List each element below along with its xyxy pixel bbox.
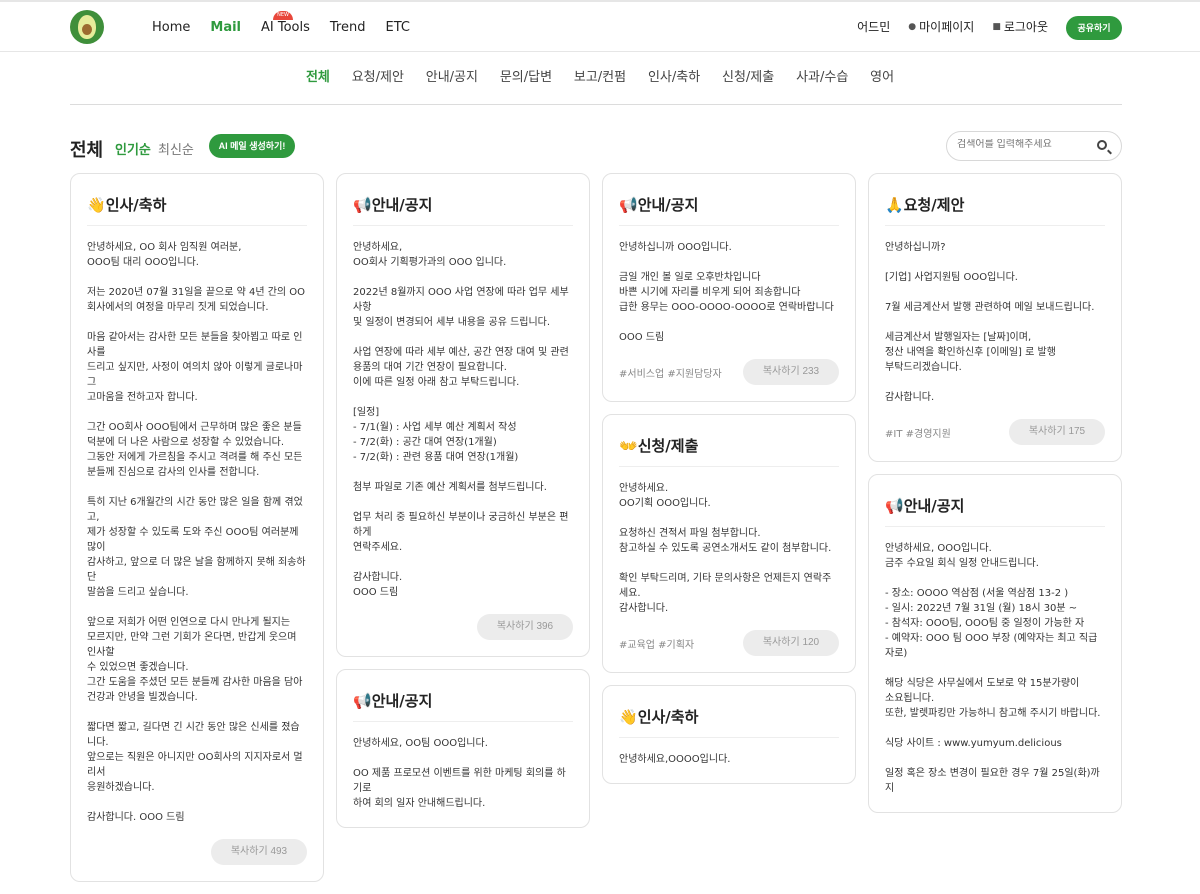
share-button[interactable]: 공유하기: [1066, 16, 1122, 40]
tab-all[interactable]: 전체: [306, 66, 330, 85]
card-body: 안녕하십니까 OOO입니다. 금일 개인 볼 일로 오후반차입니다 바쁜 시기에…: [619, 242, 834, 343]
logout-icon: ■: [992, 21, 1001, 32]
nav-ai-tools-label: AI Tools: [261, 20, 310, 35]
card-title: 📢안내/공지: [885, 475, 1105, 527]
tab-application[interactable]: 신청/제출: [722, 66, 774, 85]
card-body: 안녕하세요. OO기획 OOO입니다. 요청하신 견적서 파일 첨부합니다. 참…: [619, 483, 832, 614]
column-3: 📢안내/공지 안녕하십니까 OOO입니다. 금일 개인 볼 일로 오후반차입니다…: [602, 173, 856, 796]
card-tags: #IT #경영지원: [885, 428, 951, 440]
mail-card[interactable]: 📢안내/공지 안녕하세요, OOO입니다. 금주 수요일 회식 일정 안내드립니…: [868, 474, 1122, 813]
wave-icon: 👋: [619, 708, 638, 726]
mail-card[interactable]: 📢안내/공지 안녕하십니까 OOO입니다. 금일 개인 볼 일로 오후반차입니다…: [602, 173, 856, 402]
avocado-seed: [82, 24, 92, 35]
nav-mail[interactable]: Mail: [210, 20, 241, 35]
card-title-text: 안내/공지: [903, 497, 965, 515]
card-body: 안녕하세요, OO 회사 임직원 여러분, OOO팀 대리 OOO입니다. 저는…: [87, 242, 306, 823]
tab-inquiry[interactable]: 문의/답변: [500, 66, 552, 85]
new-badge: NEW: [273, 11, 294, 20]
category-tabs: 전체 요청/제안 안내/공지 문의/답변 보고/컨펌 인사/축하 신청/제출 사…: [0, 66, 1200, 85]
card-title: 📢안내/공지: [619, 174, 839, 226]
tab-apology[interactable]: 사과/수습: [796, 66, 848, 85]
card-body: 안녕하십니까? [기업] 사업지원팀 OOO입니다. 7월 세금계산서 발행 관…: [885, 242, 1095, 403]
admin-label: 어드민: [857, 20, 891, 34]
ai-generate-button[interactable]: AI 메일 생성하기!: [209, 134, 295, 158]
card-title-text: 안내/공지: [371, 692, 433, 710]
card-title-text: 인사/축하: [105, 196, 167, 214]
card-title-text: 신청/제출: [637, 437, 699, 455]
search-icon[interactable]: [1097, 140, 1107, 150]
tab-english[interactable]: 영어: [870, 66, 894, 85]
tab-report[interactable]: 보고/컨펌: [574, 66, 626, 85]
card-title-text: 안내/공지: [637, 196, 699, 214]
card-title-text: 인사/축하: [637, 708, 699, 726]
column-2: 📢안내/공지 안녕하세요, OO회사 기획평가과의 OOO 입니다. 2022년…: [336, 173, 590, 840]
card-title-text: 요청/제안: [903, 196, 965, 214]
card-body: 안녕하세요,OOOO입니다.: [619, 754, 731, 765]
card-title: 👋인사/축하: [87, 174, 307, 226]
card-footer: #IT #경영지원 복사하기 175: [885, 419, 1105, 445]
person-icon: ●: [908, 21, 917, 32]
megaphone-icon: 📢: [353, 692, 372, 710]
praying-hands-icon: 🙏: [885, 196, 904, 214]
mail-card[interactable]: 📢안내/공지 안녕하세요, OO팀 OOO입니다. OO 제품 프로모션 이벤트…: [336, 669, 590, 828]
tab-notice[interactable]: 안내/공지: [426, 66, 478, 85]
card-title-text: 안내/공지: [371, 196, 433, 214]
mail-card[interactable]: 📢안내/공지 안녕하세요, OO회사 기획평가과의 OOO 입니다. 2022년…: [336, 173, 590, 657]
card-title: 👐신청/제출: [619, 415, 839, 467]
tab-greeting[interactable]: 인사/축하: [648, 66, 700, 85]
wave-icon: 👋: [87, 196, 106, 214]
search-box: [946, 131, 1122, 161]
main-nav: Home Mail NEW AI Tools Trend ETC: [152, 11, 430, 35]
card-footer: #교육업 #기획자 복사하기 120: [619, 630, 839, 656]
card-title: 📢안내/공지: [353, 174, 573, 226]
megaphone-icon: 📢: [885, 497, 904, 515]
mypage-label: 마이페이지: [919, 20, 975, 34]
column-1: 👋인사/축하 안녕하세요, OO 회사 임직원 여러분, OOO팀 대리 OOO…: [70, 173, 324, 894]
card-footer: #서비스업 #지원담당자 복사하기 233: [619, 359, 839, 385]
sort-popular[interactable]: 인기순: [115, 139, 151, 158]
copy-button[interactable]: 복사하기 233: [743, 359, 839, 385]
copy-button[interactable]: 복사하기 175: [1009, 419, 1105, 445]
megaphone-icon: 📢: [353, 196, 372, 214]
card-title: 🙏요청/제안: [885, 174, 1105, 226]
column-4: 🙏요청/제안 안녕하십니까? [기업] 사업지원팀 OOO입니다. 7월 세금계…: [868, 173, 1122, 825]
copy-button[interactable]: 복사하기 493: [211, 839, 307, 865]
card-tags: #교육업 #기획자: [619, 639, 695, 651]
card-tags: #서비스업 #지원담당자: [619, 368, 722, 380]
logout-link[interactable]: ■ 로그아웃: [992, 18, 1048, 35]
nav-ai-tools[interactable]: NEW AI Tools: [261, 11, 310, 35]
card-footer: 복사하기 396: [353, 614, 573, 640]
card-title: 📢안내/공지: [353, 670, 573, 722]
card-footer: 복사하기 493: [87, 839, 307, 865]
sort-recent[interactable]: 최신순: [158, 139, 194, 158]
nav-trend[interactable]: Trend: [330, 20, 366, 35]
admin-link[interactable]: 어드민: [857, 18, 890, 35]
open-hands-icon: 👐: [619, 437, 638, 455]
tab-request[interactable]: 요청/제안: [352, 66, 404, 85]
mail-card[interactable]: 👋인사/축하 안녕하세요, OO 회사 임직원 여러분, OOO팀 대리 OOO…: [70, 173, 324, 882]
card-title: 👋인사/축하: [619, 686, 839, 738]
logout-label: 로그아웃: [1003, 20, 1048, 34]
card-body: 안녕하세요, OOO입니다. 금주 수요일 회식 일정 안내드립니다. - 장소…: [885, 543, 1101, 794]
avocado-logo[interactable]: [70, 10, 104, 44]
mail-card[interactable]: 👋인사/축하 안녕하세요,OOOO입니다.: [602, 685, 856, 784]
mail-card[interactable]: 👐신청/제출 안녕하세요. OO기획 OOO입니다. 요청하신 견적서 파일 첨…: [602, 414, 856, 673]
nav-home[interactable]: Home: [152, 20, 190, 35]
nav-etc[interactable]: ETC: [386, 20, 410, 35]
page-title: 전체: [70, 140, 104, 161]
search-input[interactable]: [957, 139, 1087, 150]
card-body: 안녕하세요, OO팀 OOO입니다. OO 제품 프로모션 이벤트를 위한 마케…: [353, 738, 566, 809]
copy-button[interactable]: 복사하기 396: [477, 614, 573, 640]
megaphone-icon: 📢: [619, 196, 638, 214]
category-divider: [70, 104, 1122, 105]
mail-card[interactable]: 🙏요청/제안 안녕하십니까? [기업] 사업지원팀 OOO입니다. 7월 세금계…: [868, 173, 1122, 462]
card-body: 안녕하세요, OO회사 기획평가과의 OOO 입니다. 2022년 8월까지 O…: [353, 242, 569, 598]
user-nav: 어드민 ● 마이페이지 ■ 로그아웃: [839, 18, 1048, 35]
top-navigation-bar: Home Mail NEW AI Tools Trend ETC 어드민 ● 마이…: [0, 0, 1200, 52]
mypage-link[interactable]: ● 마이페이지: [908, 18, 974, 35]
copy-button[interactable]: 복사하기 120: [743, 630, 839, 656]
